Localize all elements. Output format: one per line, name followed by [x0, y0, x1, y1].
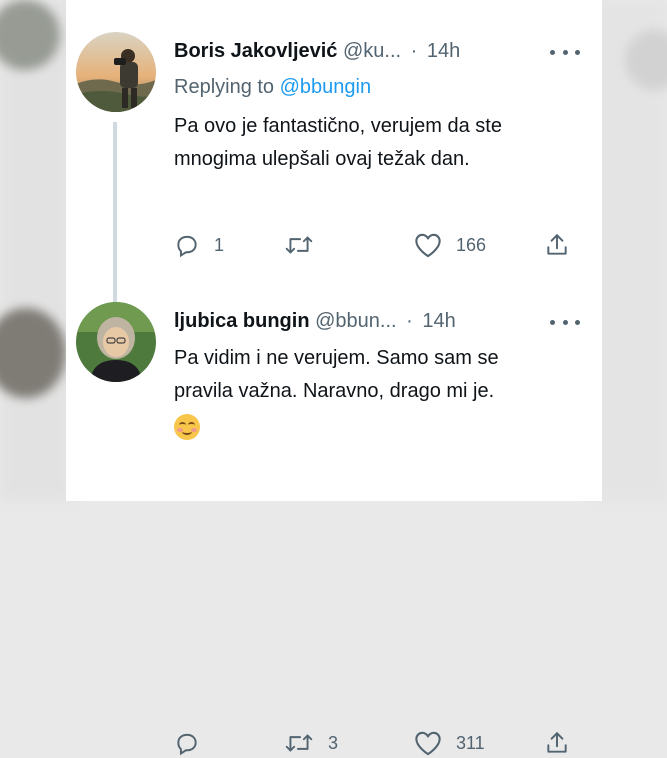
reply-button[interactable]: 1	[174, 230, 224, 260]
replying-to-label: Replying to	[174, 76, 280, 98]
retweet-button[interactable]: 3	[284, 728, 338, 758]
more-icon	[550, 49, 555, 55]
avatar[interactable]	[76, 32, 156, 112]
mention-link[interactable]: @bbungin	[280, 76, 371, 98]
timestamp[interactable]: 14h	[427, 40, 460, 62]
like-button[interactable]: 311	[414, 728, 485, 758]
tweet-text: Pa ovo je fantastično, verujem da ste mn…	[174, 115, 502, 170]
more-icon	[575, 49, 580, 55]
author-handle[interactable]: @ku...	[343, 40, 401, 62]
more-options-button[interactable]	[550, 42, 580, 62]
share-icon	[547, 234, 567, 255]
more-icon	[562, 49, 568, 55]
reply-icon	[177, 733, 197, 756]
like-button[interactable]: 166	[414, 230, 486, 260]
conversation-card: Boris Jakovljević @ku... · 14h Replying …	[66, 0, 602, 756]
timestamp[interactable]: 14h	[422, 310, 455, 332]
tweet-header: Boris Jakovljević @ku... · 14h	[174, 40, 460, 66]
retweet-button[interactable]	[284, 230, 328, 260]
retweet-icon	[285, 734, 313, 752]
heart-icon	[415, 233, 441, 258]
retweet-count: 3	[328, 732, 339, 753]
like-count: 166	[456, 234, 487, 255]
retweet-icon	[285, 236, 313, 254]
blurred-left-backdrop	[0, 0, 72, 501]
author-handle[interactable]: @bbun...	[315, 310, 396, 332]
heart-icon	[415, 731, 441, 756]
tweet-text-block: Pa vidim i ne verujem. Samo sam se pravi…	[174, 342, 504, 441]
replying-to: Replying to @bbungin	[174, 76, 371, 99]
separator: ·	[406, 310, 413, 332]
more-icon	[550, 319, 555, 325]
share-icon	[547, 732, 567, 753]
tweet-actions: 3 311	[174, 728, 574, 758]
author-name[interactable]: ljubica bungin	[174, 310, 310, 332]
separator: ·	[410, 40, 418, 62]
tweet-text: Pa vidim i ne verujem. Samo sam se pravi…	[174, 347, 499, 402]
share-button[interactable]	[544, 728, 570, 758]
share-button[interactable]	[544, 230, 570, 260]
reply-count: 1	[214, 234, 225, 255]
tweet-actions: 1 166	[174, 230, 574, 260]
more-icon	[575, 319, 580, 325]
smiling-face-emoji	[174, 413, 200, 440]
like-count: 311	[456, 732, 485, 753]
avatar[interactable]	[76, 302, 156, 382]
thread-connector-line	[113, 122, 117, 306]
reply-icon	[177, 235, 197, 258]
more-options-button[interactable]	[550, 312, 580, 332]
more-icon	[562, 319, 568, 325]
author-name[interactable]: Boris Jakovljević	[174, 40, 337, 62]
reply-button[interactable]	[174, 728, 214, 758]
tweet-header: ljubica bungin @bbun... · 14h	[174, 310, 456, 336]
